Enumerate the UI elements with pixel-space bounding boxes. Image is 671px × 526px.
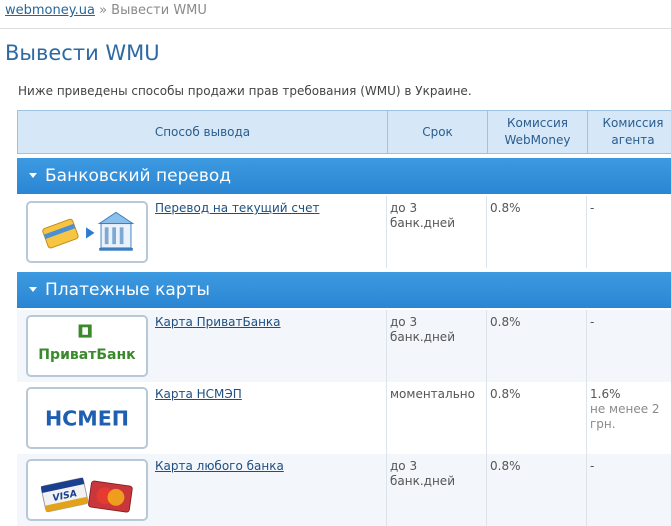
nsmep-logo-text: НСМЕП [45,406,129,430]
method-link[interactable]: Карта ПриватБанка [155,315,281,329]
breadcrumb-separator: » [99,3,108,18]
agent-fee-block: 1.6% не менее 2 грн. [590,387,670,432]
wm-fee-cell: 0.8% [487,382,587,454]
wm-fee-value: 0.8% [490,201,521,215]
agent-fee-cell: - [587,310,671,382]
column-header-method: Способ вывода [18,111,388,153]
table-row: VISA Карта любого банка до 3 банк.дней 0… [17,454,671,526]
table-header: Способ вывода Срок Комиссия WebMoney Ком… [17,110,671,154]
wm-fee-value: 0.8% [490,315,521,329]
agent-fee-value: - [590,315,595,329]
privatbank-logo-text: ПриватБанк [38,347,136,363]
collapse-triangle-icon [29,287,37,292]
agent-fee-note: не менее 2 грн. [590,402,660,431]
section-title: Платежные карты [45,280,210,300]
table-row: ПриватБанк Карта ПриватБанка до 3 банк.д… [17,310,671,382]
agent-fee-cell: - [587,454,671,526]
privatbank-logo[interactable]: ПриватБанк [26,315,148,377]
section-title: Банковский перевод [45,166,231,186]
method-link[interactable]: Перевод на текущий счет [155,201,319,215]
table-row: НСМЕП Карта НСМЭП моментально 0.8% 1.6% … [17,382,671,454]
term-value: до 3 банк.дней [390,459,455,488]
term-cell: до 3 банк.дней [387,310,487,382]
column-header-wm-fee: Комиссия WebMoney [488,111,588,153]
table-row: Перевод на текущий счет до 3 банк.дней 0… [17,196,671,268]
breadcrumb-home-link[interactable]: webmoney.ua [5,3,95,18]
agent-fee-value: - [590,459,595,473]
term-value: до 3 банк.дней [390,315,455,344]
top-divider [0,28,671,29]
agent-fee-cell: - [587,196,671,268]
term-cell: моментально [387,382,487,454]
wm-fee-value: 0.8% [490,387,521,401]
agent-fee-cell: 1.6% не менее 2 грн. [587,382,671,454]
term-value: моментально [390,387,475,401]
section-bank-transfer[interactable]: Банковский перевод [17,158,671,194]
breadcrumb-current: Вывести WMU [111,3,207,18]
card-to-bank-icon[interactable] [26,201,148,263]
method-link[interactable]: Карта НСМЭП [155,387,242,401]
breadcrumb: webmoney.ua » Вывести WMU [5,3,207,18]
agent-fee-value: 1.6% [590,387,621,401]
method-cell: VISA Карта любого банка [17,454,387,526]
nsmep-logo[interactable]: НСМЕП [26,387,148,449]
wm-fee-cell: 0.8% [487,454,587,526]
method-cell: НСМЕП Карта НСМЭП [17,382,387,454]
column-header-agent-fee: Комиссия агента [602,116,664,147]
collapse-triangle-icon [29,173,37,178]
agent-fee-value: - [590,201,595,215]
wm-fee-cell: 0.8% [487,310,587,382]
method-link[interactable]: Карта любого банка [155,459,284,473]
term-cell: до 3 банк.дней [387,196,487,268]
method-cell: Перевод на текущий счет [17,196,387,268]
method-cell: ПриватБанк Карта ПриватБанка [17,310,387,382]
wm-fee-value: 0.8% [490,459,521,473]
wm-fee-cell: 0.8% [487,196,587,268]
term-value: до 3 банк.дней [390,201,455,230]
term-cell: до 3 банк.дней [387,454,487,526]
column-header-term: Срок [388,111,488,153]
page-title: Вывести WMU [5,41,160,65]
intro-text: Ниже приведены способы продажи прав треб… [18,84,472,98]
section-payment-cards[interactable]: Платежные карты [17,272,671,308]
